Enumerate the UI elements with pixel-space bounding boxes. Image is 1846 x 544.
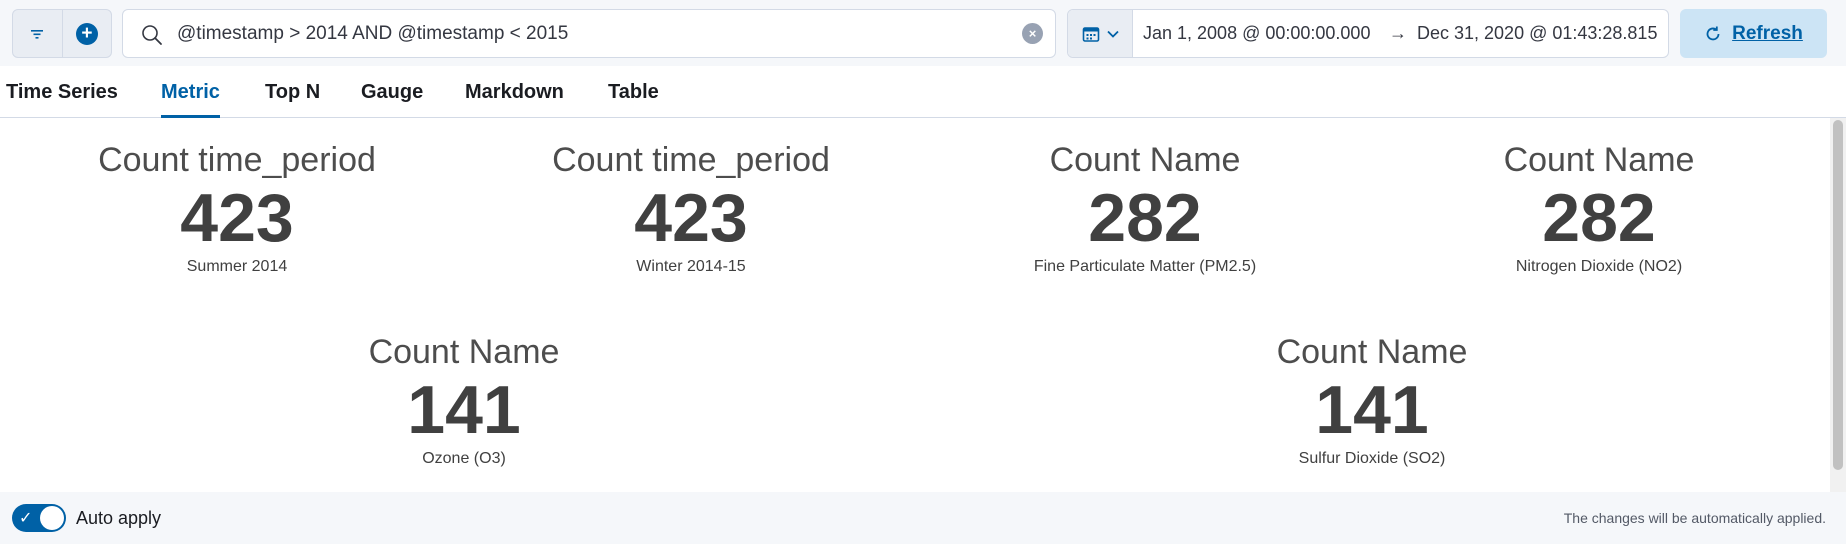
metric-value: 141 bbox=[1315, 372, 1429, 448]
metric-label: Ozone (O3) bbox=[422, 450, 506, 467]
quick-select-button[interactable] bbox=[1068, 10, 1133, 57]
metric-value: 282 bbox=[1542, 180, 1656, 256]
tab-table[interactable]: Table bbox=[608, 66, 659, 118]
calendar-icon bbox=[1082, 26, 1099, 42]
date-picker: Jan 1, 2008 @ 00:00:00.000 → Dec 31, 202… bbox=[1067, 9, 1669, 58]
metric-value: 423 bbox=[180, 180, 294, 256]
metric-panel: Count time_period 423 Summer 2014 Count … bbox=[0, 118, 1830, 492]
metric-card: Count time_period 423 Summer 2014 bbox=[37, 140, 437, 278]
query-text[interactable]: @timestamp > 2014 AND @timestamp < 2015 bbox=[177, 10, 568, 57]
metric-label: Summer 2014 bbox=[186, 258, 288, 275]
filter-icon bbox=[31, 29, 44, 39]
metric-card: Count Name 141 Sulfur Dioxide (SO2) bbox=[1172, 332, 1572, 470]
metric-card: Count Name 282 Nitrogen Dioxide (NO2) bbox=[1399, 140, 1799, 278]
refresh-label: Refresh bbox=[1732, 22, 1803, 44]
query-bar: + @timestamp > 2014 AND @timestamp < 201… bbox=[0, 0, 1846, 66]
tab-top-n[interactable]: Top N bbox=[265, 66, 320, 118]
tab-metric[interactable]: Metric bbox=[161, 66, 220, 118]
metric-value: 282 bbox=[1088, 180, 1202, 256]
check-icon: ✓ bbox=[19, 510, 33, 527]
end-date[interactable]: Dec 31, 2020 @ 01:43:28.815 bbox=[1417, 10, 1657, 57]
metric-title: Count Name bbox=[1276, 333, 1468, 371]
scrollbar-thumb[interactable] bbox=[1833, 120, 1843, 470]
tab-gauge[interactable]: Gauge bbox=[361, 66, 423, 118]
metric-card: Count Name 282 Fine Particulate Matter (… bbox=[945, 140, 1345, 278]
query-input[interactable]: @timestamp > 2014 AND @timestamp < 2015 … bbox=[122, 9, 1056, 58]
clear-icon[interactable]: × bbox=[1022, 23, 1043, 44]
bottom-bar: ✓ Auto apply The changes will be automat… bbox=[0, 492, 1846, 544]
metric-label: Fine Particulate Matter (PM2.5) bbox=[1033, 258, 1257, 275]
auto-apply-label: Auto apply bbox=[76, 508, 162, 528]
metric-label: Winter 2014-15 bbox=[636, 258, 746, 275]
filter-button-group: + bbox=[12, 9, 112, 58]
metric-title: Count Name bbox=[1503, 141, 1695, 179]
start-date[interactable]: Jan 1, 2008 @ 00:00:00.000 bbox=[1143, 10, 1370, 57]
search-icon bbox=[142, 25, 162, 45]
visualization-tabs: Time Series Metric Top N Gauge Markdown … bbox=[0, 66, 1846, 118]
plus-icon: + bbox=[75, 22, 98, 45]
tab-time-series[interactable]: Time Series bbox=[6, 66, 118, 118]
auto-apply-hint: The changes will be automatically applie… bbox=[1563, 510, 1826, 526]
metric-label: Sulfur Dioxide (SO2) bbox=[1298, 450, 1446, 467]
filter-menu-button[interactable] bbox=[13, 10, 62, 57]
add-filter-button[interactable]: + bbox=[61, 10, 111, 57]
refresh-button[interactable]: Refresh bbox=[1680, 9, 1827, 58]
metric-title: Count Name bbox=[368, 333, 560, 371]
refresh-icon bbox=[1706, 26, 1720, 40]
tab-markdown[interactable]: Markdown bbox=[465, 66, 564, 118]
metric-label: Nitrogen Dioxide (NO2) bbox=[1515, 258, 1683, 275]
auto-apply-toggle[interactable]: ✓ bbox=[12, 504, 66, 532]
metric-title: Count Name bbox=[1049, 141, 1241, 179]
metric-value: 141 bbox=[407, 372, 521, 448]
metric-title: Count time_period bbox=[98, 141, 376, 179]
vertical-scrollbar[interactable] bbox=[1830, 118, 1846, 492]
metric-card: Count time_period 423 Winter 2014-15 bbox=[491, 140, 891, 278]
metric-title: Count time_period bbox=[552, 141, 830, 179]
arrow-right-icon: → bbox=[1389, 23, 1407, 43]
metric-card: Count Name 141 Ozone (O3) bbox=[264, 332, 664, 470]
toggle-knob bbox=[40, 506, 64, 530]
metric-value: 423 bbox=[634, 180, 748, 256]
chevron-down-icon bbox=[1106, 30, 1119, 38]
